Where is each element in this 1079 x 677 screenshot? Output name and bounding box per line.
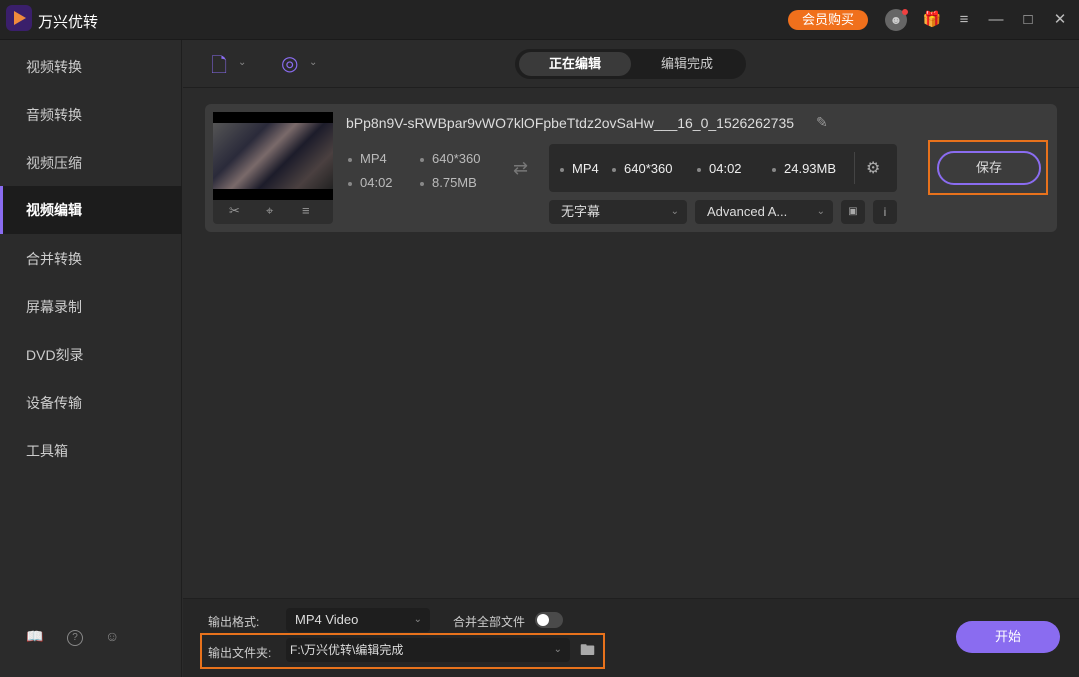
add-file-icon[interactable]: 🗋: [211, 51, 227, 85]
shuffle-arrow-icon: ⇄: [513, 158, 529, 178]
sidebar: 视频转换 音频转换 视频压缩 视频编辑 合并转换 屏幕录制 DVD刻录 设备传输…: [0, 40, 182, 677]
sidebar-item-video-compress[interactable]: 视频压缩: [0, 139, 182, 187]
tab-edited[interactable]: 编辑完成: [631, 52, 743, 76]
audio-select[interactable]: Advanced A... ⌄: [695, 200, 833, 224]
output-duration: 04:02: [709, 161, 742, 176]
adjust-icon[interactable]: ≡: [302, 203, 310, 218]
gear-icon[interactable]: ⚙: [866, 158, 880, 178]
output-format-select[interactable]: MP4 Video ⌄: [286, 608, 430, 632]
save-button[interactable]: 保存: [937, 151, 1041, 185]
book-icon[interactable]: 📖: [26, 628, 43, 645]
notification-dot: [902, 9, 908, 15]
source-size: 8.75MB: [432, 175, 477, 190]
output-size: 24.93MB: [784, 161, 837, 176]
output-resolution: 640*360: [624, 161, 673, 176]
vip-purchase-button[interactable]: 会员购买: [788, 10, 868, 30]
menu-icon[interactable]: ≡: [953, 9, 975, 31]
title-bar: [0, 0, 1079, 40]
app-title: 万兴优转: [38, 14, 99, 31]
chevron-down-icon: ⌄: [816, 206, 825, 217]
merge-toggle[interactable]: [535, 612, 563, 628]
merge-label: 合并全部文件: [453, 615, 526, 629]
source-duration: 04:02: [360, 175, 393, 190]
edit-name-icon[interactable]: ✎: [816, 114, 828, 131]
chevron-down-icon: ⌄: [670, 206, 679, 217]
minimize-icon[interactable]: —: [985, 9, 1007, 31]
gift-icon[interactable]: 🎁: [921, 9, 943, 31]
source-resolution: 640*360: [432, 151, 481, 166]
crop-icon[interactable]: ⌖: [266, 203, 273, 219]
output-folder-label: 输出文件夹:: [208, 646, 272, 660]
sidebar-item-screen-record[interactable]: 屏幕录制: [0, 283, 182, 331]
edit-tabs: 正在编辑 编辑完成: [515, 49, 746, 79]
output-format-label: 输出格式:: [208, 615, 260, 629]
sidebar-item-video-edit[interactable]: 视频编辑: [0, 186, 182, 234]
scissors-icon[interactable]: ✂: [229, 203, 240, 219]
subtitle-select[interactable]: 无字幕 ⌄: [549, 200, 687, 224]
app-logo: [6, 5, 32, 31]
output-format: MP4: [572, 161, 599, 176]
folder-icon[interactable]: 🖿: [580, 640, 595, 665]
user-icon[interactable]: ☺: [105, 628, 119, 644]
video-thumbnail[interactable]: [213, 112, 333, 200]
sidebar-item-toolbox[interactable]: 工具箱: [0, 427, 182, 475]
thumbnail-tools: ✂ ⌖ ≡: [213, 200, 333, 224]
help-icon[interactable]: ?: [67, 630, 83, 646]
source-format: MP4: [360, 151, 387, 166]
output-folder-input[interactable]: F:\万兴优转\编辑完成 ⌄: [286, 638, 570, 662]
tab-editing[interactable]: 正在编辑: [519, 52, 631, 76]
maximize-icon[interactable]: □: [1017, 9, 1039, 31]
add-disc-icon[interactable]: ◎: [281, 51, 298, 76]
info-icon[interactable]: i: [873, 200, 897, 224]
sidebar-item-device-transfer[interactable]: 设备传输: [0, 379, 182, 427]
close-icon[interactable]: ✕: [1049, 9, 1071, 31]
sidebar-item-dvd-burn[interactable]: DVD刻录: [0, 331, 182, 379]
sidebar-item-video-convert[interactable]: 视频转换: [0, 43, 182, 91]
chevron-down-icon[interactable]: ⌄: [309, 57, 317, 68]
subtitle-icon[interactable]: ▣: [841, 200, 865, 224]
start-button[interactable]: 开始: [956, 621, 1060, 653]
chevron-down-icon: ⌄: [553, 644, 562, 655]
divider: [854, 152, 855, 184]
chevron-down-icon[interactable]: ⌄: [238, 57, 246, 68]
sidebar-item-audio-convert[interactable]: 音频转换: [0, 91, 182, 139]
chevron-down-icon: ⌄: [413, 614, 422, 625]
file-name: bPp8n9V-sRWBpar9vWO7klOFpbeTtdz2ovSaHw__…: [346, 115, 795, 131]
sidebar-item-merge[interactable]: 合并转换: [0, 235, 182, 283]
